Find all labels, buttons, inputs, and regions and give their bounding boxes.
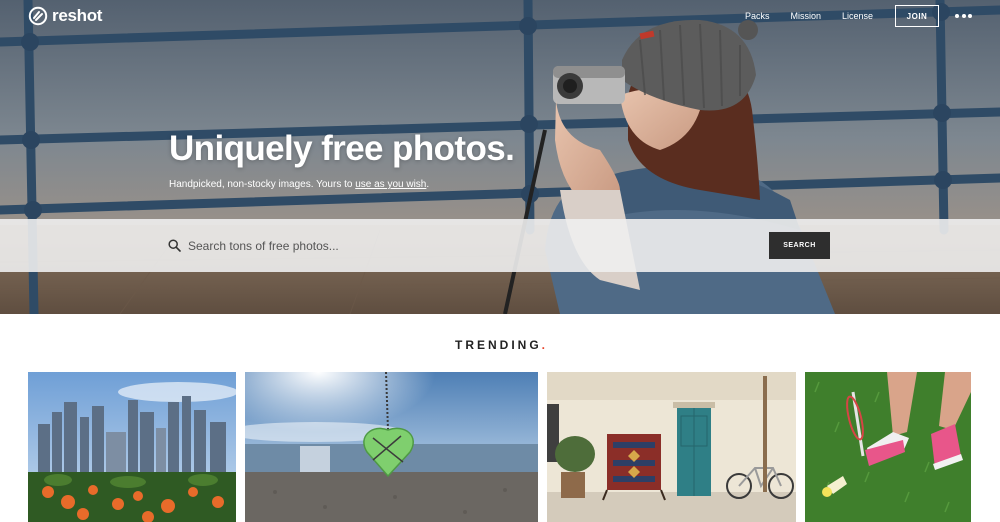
hero-subline: Handpicked, non-stocky images. Yours to …: [169, 179, 429, 190]
nav-link-mission[interactable]: Mission: [790, 11, 821, 21]
trending-heading: TRENDING.: [0, 338, 1000, 352]
hero-subline-period: .: [426, 179, 430, 190]
city-skyline-photo: [28, 372, 236, 522]
top-nav: Packs Mission License JOIN: [724, 5, 972, 27]
reshot-logo[interactable]: reshot: [28, 6, 102, 26]
brand-name: reshot: [52, 6, 103, 25]
search-input[interactable]: [188, 236, 748, 256]
search-bar: SEARCH: [0, 219, 1000, 272]
more-menu-icon[interactable]: [955, 14, 972, 18]
trending-photo-city-skyline[interactable]: [28, 372, 236, 522]
doorway-bicycle-photo: [547, 372, 796, 522]
nav-link-license[interactable]: License: [842, 11, 873, 21]
trending-title: TRENDING: [454, 338, 542, 352]
nav-link-packs[interactable]: Packs: [745, 11, 770, 21]
join-button[interactable]: JOIN: [895, 5, 939, 27]
trending-photo-sneakers-grass[interactable]: [805, 372, 971, 522]
heart-pendant-photo: [245, 372, 538, 522]
hero-subline-text: Handpicked, non-stocky images. Yours to: [169, 179, 356, 190]
reshot-logo-icon: [28, 6, 48, 26]
search-button[interactable]: SEARCH: [769, 232, 830, 259]
hero-headline: Uniquely free photos.: [169, 129, 515, 168]
trending-photo-heart-pendant[interactable]: [245, 372, 538, 522]
use-as-you-wish-link[interactable]: use as you wish: [355, 179, 426, 190]
search-icon: [168, 239, 181, 252]
sneakers-grass-photo: [805, 372, 971, 522]
trending-photo-doorway-bicycle[interactable]: [547, 372, 796, 522]
trending-accent-dot: .: [541, 338, 545, 352]
hero-banner: reshot Packs Mission License JOIN Unique…: [0, 0, 1000, 314]
